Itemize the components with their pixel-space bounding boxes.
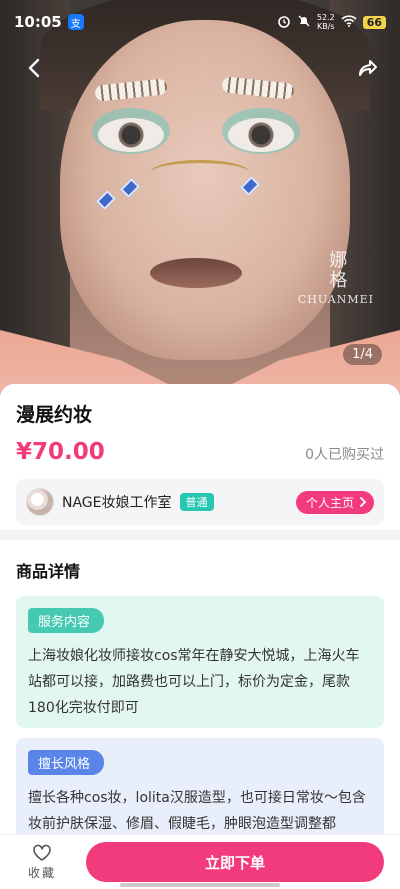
order-now-button[interactable]: 立即下单 — [86, 842, 384, 882]
service-content-tag: 服务内容 — [28, 608, 105, 633]
image-lips — [150, 258, 242, 288]
wifi-icon — [341, 14, 357, 30]
shop-level-badge: 普通 — [179, 493, 214, 511]
product-details-section: 商品详情 服务内容 上海妆娘化妆师接妆cos常年在静安大悦城，上海火车站都可以接… — [0, 540, 400, 858]
favorite-label: 收藏 — [27, 865, 56, 880]
share-button[interactable] — [352, 52, 384, 84]
system-home-indicator — [120, 883, 280, 887]
share-icon — [359, 60, 377, 76]
status-bar: 10:05 支 52.2 KB/s 66 — [0, 0, 400, 44]
image-face — [60, 20, 350, 360]
favorite-button[interactable]: 收藏 — [22, 844, 62, 881]
alarm-icon — [277, 14, 291, 31]
price-row: ¥70.00 0人已购买过 — [16, 439, 384, 465]
network-speed-unit: KB/s — [316, 22, 335, 31]
sold-count: 0人已购买过 — [305, 447, 384, 463]
mute-bell-icon — [297, 14, 311, 31]
product-image[interactable]: 娜格 CHUANMEI — [0, 0, 400, 400]
bottom-action-bar: 收藏 立即下单 — [0, 834, 400, 889]
image-eye-left — [98, 118, 164, 152]
service-content-box: 服务内容 上海妆娘化妆师接妆cos常年在静安大悦城，上海火车站都可以接，加路费也… — [16, 596, 384, 728]
network-speed-value: 52.2 — [316, 13, 335, 22]
service-content-text: 上海妆娘化妆师接妆cos常年在静安大悦城，上海火车站都可以接，加路费也可以上门，… — [28, 648, 360, 716]
status-icons: 52.2 KB/s 66 — [277, 13, 386, 31]
back-button[interactable] — [18, 52, 50, 84]
watermark-en: CHUANMEI — [297, 292, 374, 306]
image-page-indicator: 1/4 — [343, 344, 382, 365]
image-nose-line — [150, 160, 250, 186]
shop-row[interactable]: NAGE妆娘工作室 普通 个人主页 — [16, 479, 384, 525]
chevron-right-icon — [360, 497, 367, 507]
product-info-card: 漫展约妆 ¥70.00 0人已购买过 NAGE妆娘工作室 普通 个人主页 — [0, 384, 400, 530]
specialty-style-tag: 擅长风格 — [28, 750, 105, 775]
pay-app-icon: 支 — [67, 14, 84, 30]
shop-name[interactable]: NAGE妆娘工作室 — [62, 492, 172, 512]
network-speed: 52.2 KB/s — [317, 13, 335, 31]
battery-indicator: 66 — [362, 15, 386, 29]
product-price: ¥70.00 — [16, 439, 105, 465]
profile-home-button[interactable]: 个人主页 — [295, 490, 374, 514]
shop-avatar[interactable] — [26, 488, 54, 516]
product-title: 漫展约妆 — [16, 404, 93, 426]
heart-icon — [33, 844, 51, 861]
specialty-style-text: 擅长各种cos妆，lolita汉服造型，也可接日常妆～包含妆前护肤保湿、修眉、假… — [28, 790, 366, 832]
image-eye-right — [228, 118, 294, 152]
status-time: 10:05 — [14, 13, 62, 31]
chevron-left-icon — [28, 58, 40, 78]
profile-home-label: 个人主页 — [305, 495, 354, 510]
image-watermark: 娜格 CHUANMEI — [298, 250, 374, 305]
details-heading: 商品详情 — [16, 562, 81, 581]
watermark-cn: 娜格 — [326, 250, 348, 290]
